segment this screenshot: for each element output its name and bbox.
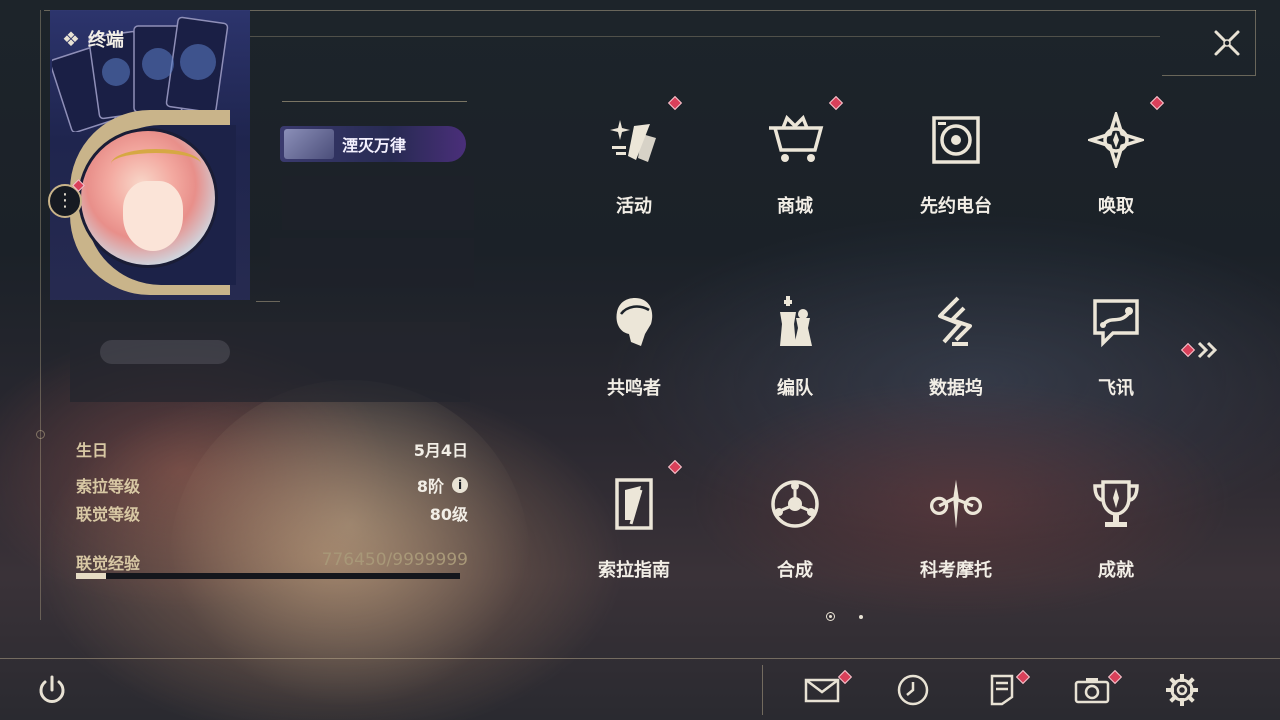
union-level-label: 联觉等级 <box>76 505 141 524</box>
menu-item-5[interactable]: 共鸣者 <box>574 292 694 432</box>
exp-progress-fill <box>76 573 106 579</box>
divider <box>282 101 467 102</box>
menu-item-8[interactable]: 飞讯 <box>1056 292 1176 432</box>
menu-item-1[interactable]: 活动 <box>574 95 694 250</box>
birthday-label: 生日 <box>76 441 109 460</box>
menu-item-label: 商城 <box>777 196 813 217</box>
data-dock-icon <box>926 292 986 352</box>
trophy-icon <box>1086 474 1146 534</box>
notification-badge <box>667 459 683 475</box>
signature-blur <box>100 340 230 364</box>
frame-line-inner <box>250 36 1160 37</box>
player-title-badge[interactable]: 湮灭万律 <box>280 126 466 162</box>
shop-cart-icon <box>765 110 825 170</box>
page-header: ❖ 终端 <box>62 26 124 52</box>
camera-icon <box>1074 678 1110 704</box>
mail-icon <box>804 678 840 703</box>
settings-button[interactable] <box>1162 670 1202 710</box>
menu-item-6[interactable]: 编队 <box>735 292 855 432</box>
motorcycle-icon <box>926 474 986 534</box>
title-portrait <box>284 129 334 159</box>
menu-item-label: 数据坞 <box>929 378 983 399</box>
close-button[interactable] <box>1208 24 1246 62</box>
exp-progress-bar <box>76 573 460 579</box>
guide-book-icon <box>604 474 664 534</box>
player-name-hidden <box>282 176 474 230</box>
notification-badge <box>667 95 683 111</box>
sola-level-wrap: 8阶 i <box>417 473 468 497</box>
settings-gear-icon <box>1166 674 1198 706</box>
terminal-diamond-icon: ❖ <box>62 27 80 51</box>
radio-icon <box>926 110 986 170</box>
menu-item-9[interactable]: 索拉指南 <box>574 459 694 614</box>
exp-label: 联觉经验 <box>76 554 141 573</box>
union-level-value: 80级 <box>429 505 468 524</box>
menu-item-3[interactable]: 先约电台 <box>896 110 1016 250</box>
menu-item-label: 唤取 <box>1098 196 1134 217</box>
notification-badge <box>1015 669 1031 685</box>
menu-item-label: 共鸣者 <box>607 378 661 399</box>
notification-badge <box>828 95 844 111</box>
menu-item-11[interactable]: 科考摩托 <box>896 474 1016 614</box>
notification-badge <box>1149 95 1165 111</box>
player-title: 湮灭万律 <box>342 136 407 155</box>
synthesis-icon <box>765 474 825 534</box>
union-level-row: 联觉等级 80级 <box>76 501 468 525</box>
avatar-face <box>123 181 183 251</box>
birthday-value: 5月4日 <box>413 441 468 460</box>
chess-pieces-icon <box>765 292 825 352</box>
menu-item-label: 飞讯 <box>1098 378 1134 399</box>
menu-item-label: 合成 <box>777 560 813 581</box>
sparkle-icon <box>604 110 664 170</box>
divider <box>256 301 280 302</box>
sola-level-row: 索拉等级 8阶 i <box>76 473 468 497</box>
notice-button[interactable] <box>982 669 1031 710</box>
menu-item-label: 成就 <box>1098 560 1134 581</box>
page-dot[interactable] <box>859 614 863 619</box>
chat-bubble-icon <box>1086 292 1146 352</box>
menu-item-label: 活动 <box>616 196 652 217</box>
laurel-icon <box>111 149 201 179</box>
page-title: 终端 <box>87 30 124 51</box>
player-uid-hidden <box>270 238 474 288</box>
notification-badge <box>1180 342 1196 358</box>
menu-item-2[interactable]: 商城 <box>735 95 855 250</box>
menu-item-4[interactable]: 唤取 <box>1056 95 1176 250</box>
power-button[interactable] <box>32 670 72 710</box>
resonator-head-icon <box>604 292 664 352</box>
sola-level-label: 索拉等级 <box>76 477 141 496</box>
birthday-row: 生日 5月4日 <box>76 437 468 461</box>
notice-icon <box>990 674 1014 706</box>
avatar[interactable] <box>78 128 218 268</box>
page-dot-active[interactable] <box>826 612 835 621</box>
menu-item-12[interactable]: 成就 <box>1056 474 1176 614</box>
photo-button[interactable] <box>1072 669 1123 710</box>
menu-item-label: 科考摩托 <box>920 560 992 581</box>
next-page-button[interactable] <box>1180 338 1220 362</box>
frame-line-bottom <box>0 658 1280 659</box>
compass-star-icon <box>1086 110 1146 170</box>
menu-item-label: 编队 <box>777 378 813 399</box>
menu-item-label: 先约电台 <box>920 196 992 217</box>
sola-level-value: 8阶 <box>416 477 444 496</box>
info-icon[interactable]: i <box>452 477 468 493</box>
bottom-separator <box>762 665 763 715</box>
exp-value: 776450/9999999 <box>321 550 468 570</box>
power-icon <box>39 675 65 703</box>
clock-icon <box>897 674 929 706</box>
frame-line-left <box>40 10 41 620</box>
double-chevron-right-icon <box>1197 341 1218 359</box>
history-button[interactable] <box>893 670 933 710</box>
menu-item-7[interactable]: 数据坞 <box>896 292 1016 432</box>
page-indicator <box>826 612 863 621</box>
menu-item-10[interactable]: 合成 <box>735 474 855 614</box>
menu-item-label: 索拉指南 <box>598 560 670 581</box>
close-icon <box>1214 30 1240 56</box>
frame-ornament <box>36 430 45 439</box>
mail-button[interactable] <box>802 669 853 710</box>
